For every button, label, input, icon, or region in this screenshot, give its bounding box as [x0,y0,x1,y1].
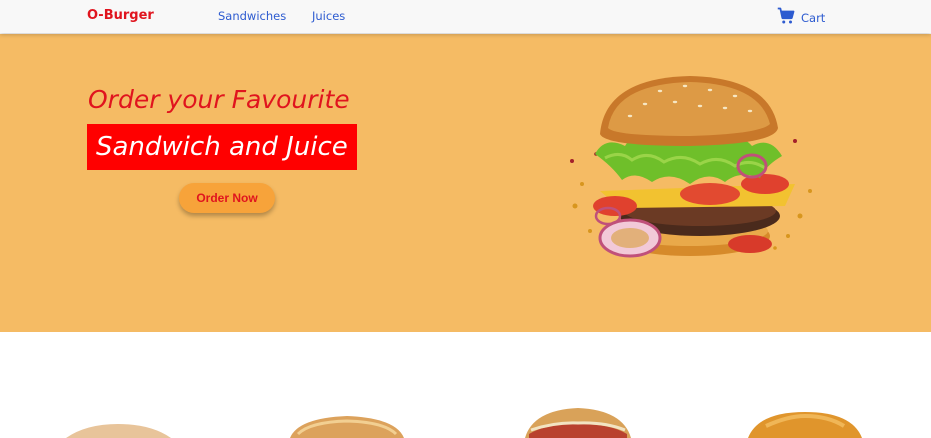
sandwich-image-3[interactable] [525,408,631,438]
cart-icon [777,7,801,28]
navbar: O-Burger Sandwiches Juices Cart [0,0,931,33]
sandwich-image-2[interactable] [290,416,404,438]
cart-link[interactable]: Cart [777,7,825,28]
order-now-button[interactable]: Order Now [179,183,275,213]
hero-heading-line2: Sandwich and Juice [87,124,357,170]
hero-banner: Order your Favourite Sandwich and Juice … [0,34,931,332]
product-list [0,390,931,438]
bun-image-4[interactable] [748,412,862,438]
nav-link-juices[interactable]: Juices [312,9,345,23]
burger-image [570,76,812,258]
sandwich-image-1[interactable] [66,424,171,438]
cart-label: Cart [801,10,826,25]
hero-heading-line1: Order your Favourite [88,85,350,114]
nav-link-sandwiches[interactable]: Sandwiches [218,9,286,23]
brand-logo[interactable]: O-Burger [87,8,154,23]
